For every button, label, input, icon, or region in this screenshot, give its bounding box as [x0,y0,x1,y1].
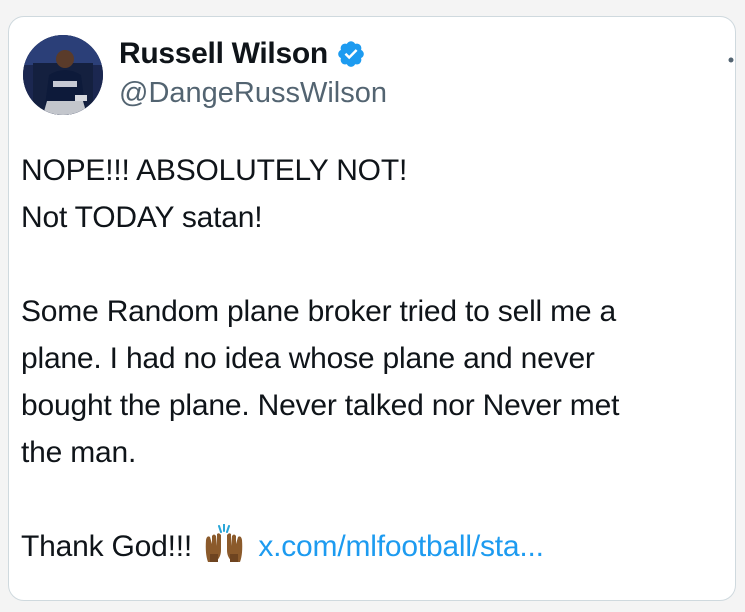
tweet-line: bought the plane. Never talked nor Never… [21,389,620,422]
tweet-text: NOPE!!! ABSOLUTELY NOT! Not TODAY satan!… [21,147,725,570]
raised-hands-emoji-icon [202,523,246,564]
tweet-closing-line: Thank God!!! x.com/mlfootball/sta... [21,523,725,570]
tweet-line: the man. [21,436,137,469]
tweet-author: Russell Wilson @DangeRussWilson [119,37,387,110]
tweet-line: NOPE!!! ABSOLUTELY NOT! [21,154,408,187]
tweet-line: Some Random plane broker tried to sell m… [21,295,617,328]
more-options-icon[interactable] [727,51,735,63]
tweet-card[interactable]: Russell Wilson @DangeRussWilson NOPE!!! … [8,16,736,601]
author-handle[interactable]: @DangeRussWilson [119,77,387,110]
verified-badge-icon [336,39,366,69]
closing-text: Thank God!!! [21,530,193,563]
tweet-line: Not TODAY satan! [21,201,263,234]
author-name[interactable]: Russell Wilson [119,37,328,71]
tweet-line: plane. I had no idea whose plane and nev… [21,342,595,375]
avatar-photo [23,35,103,115]
avatar[interactable] [23,35,103,115]
tweet-link[interactable]: x.com/mlfootball/sta... [258,530,544,563]
